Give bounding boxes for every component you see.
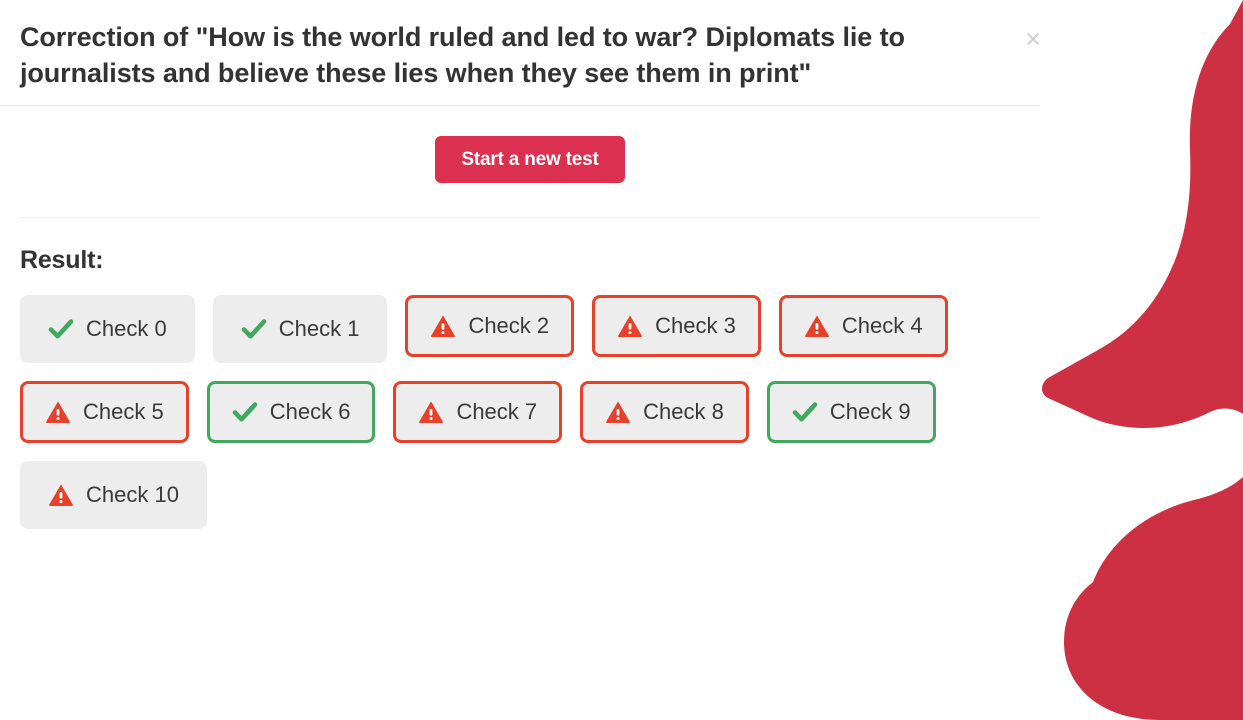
modal-header: Correction of "How is the world ruled an… [0, 0, 1060, 107]
check-chip-label: Check 1 [278, 316, 360, 342]
check-chip[interactable]: Check 10 [20, 461, 207, 530]
warning-triangle-icon [606, 401, 631, 424]
warning-triangle-icon [419, 401, 444, 424]
brand-panel [1040, 0, 1243, 720]
warning-triangle-icon [618, 315, 643, 338]
result-heading: Result: [20, 246, 104, 275]
check-chip-label: Check 4 [841, 313, 923, 339]
seahorse-logo-icon [1042, 0, 1243, 720]
check-mark-icon [48, 319, 74, 339]
check-results-list: Check 0 Check 1 Check 2 Check 3 Check 4 Check… [20, 295, 980, 530]
check-chip-label: Check 10 [86, 482, 179, 508]
check-chip[interactable]: Check 2 [405, 295, 575, 358]
check-chip[interactable]: Check 5 [20, 381, 189, 444]
action-row: Start a new test [20, 106, 1040, 219]
correction-modal: Correction of "How is the world ruled an… [0, 0, 1060, 720]
check-chip-label: Check 6 [269, 399, 351, 425]
page-title: Correction of "How is the world ruled an… [20, 22, 905, 88]
modal-body: Start a new test Result: Check 0 Check 1C… [0, 106, 1060, 530]
check-chip[interactable]: Check 3 [592, 295, 761, 358]
warning-triangle-icon [431, 315, 456, 338]
check-chip-label: Check 3 [655, 313, 736, 339]
check-mark-icon [232, 402, 258, 422]
check-chip-label: Check 7 [456, 399, 538, 425]
warning-triangle-icon [46, 401, 70, 424]
check-chip[interactable]: Check 9 [766, 381, 936, 444]
check-chip-label: Check 5 [83, 399, 164, 425]
check-chip[interactable]: Check 7 [393, 381, 563, 444]
check-chip[interactable]: Check 4 [778, 295, 948, 358]
check-chip[interactable]: Check 6 [206, 381, 376, 444]
seahorse-eye-icon [1134, 125, 1162, 153]
check-chip[interactable]: Check 8 [580, 381, 749, 444]
app-root: Correction of "How is the world ruled an… [0, 0, 1243, 720]
check-chip-label: Check 2 [468, 313, 550, 339]
check-mark-icon [241, 319, 267, 339]
check-chip[interactable]: Check 0 [20, 295, 195, 364]
start-new-test-button[interactable]: Start a new test [435, 136, 625, 184]
check-mark-icon [792, 402, 818, 422]
check-chip[interactable]: Check 1 [212, 295, 388, 364]
check-chip-label: Check 9 [829, 399, 911, 425]
warning-triangle-icon [804, 315, 829, 338]
warning-triangle-icon [49, 484, 73, 507]
check-chip-label: Check 0 [86, 316, 167, 342]
check-chip-label: Check 8 [643, 399, 724, 425]
